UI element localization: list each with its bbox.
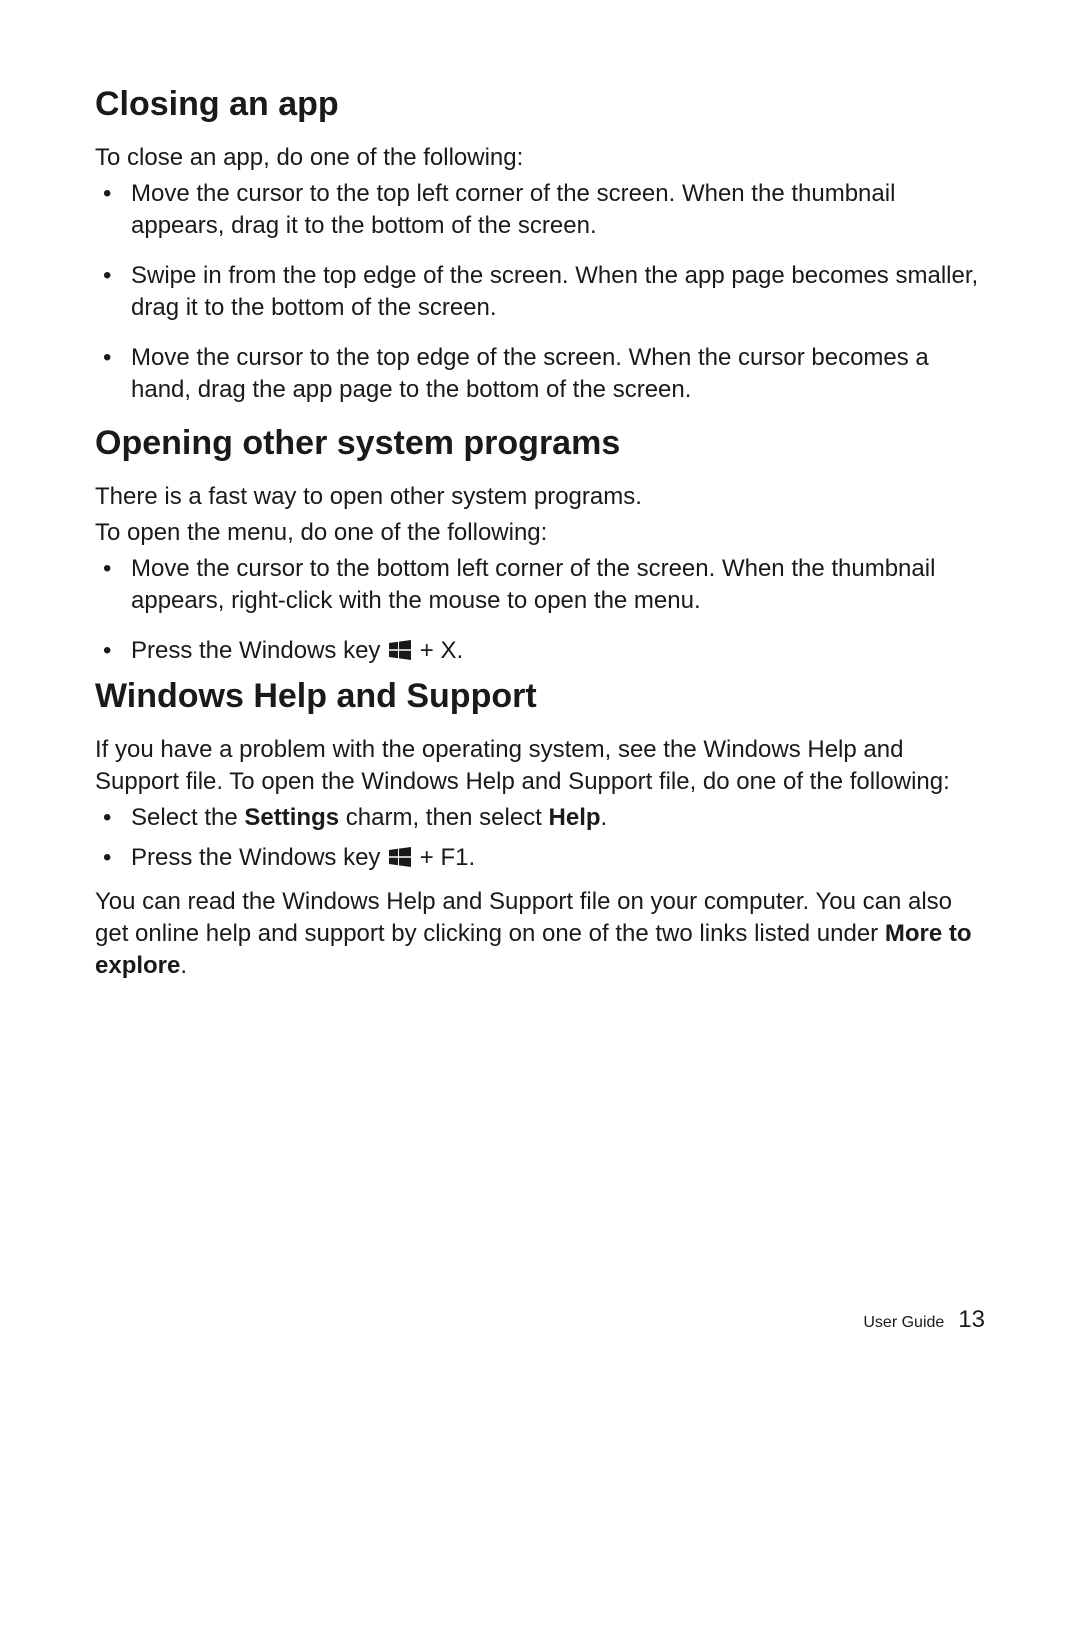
footer-page-number: 13 bbox=[958, 1306, 985, 1333]
windows-key-icon bbox=[389, 637, 411, 669]
text-run: charm, then select bbox=[339, 804, 548, 831]
help-bullet-list: Select the Settings charm, then select H… bbox=[95, 802, 985, 876]
text-run: . bbox=[180, 952, 187, 979]
list-item: Move the cursor to the bottom left corne… bbox=[95, 553, 985, 617]
bold-text: Settings bbox=[244, 804, 339, 831]
section-heading-opening: Opening other system programs bbox=[95, 424, 985, 463]
list-item: Press the Windows key + X. bbox=[95, 635, 985, 669]
opening-bullet-list: Move the cursor to the bottom left corne… bbox=[95, 553, 985, 669]
list-item: Move the cursor to the top edge of the s… bbox=[95, 342, 985, 406]
document-page: Closing an app To close an app, do one o… bbox=[0, 0, 1080, 1642]
list-item: Move the cursor to the top left corner o… bbox=[95, 178, 985, 242]
page-footer: User Guide 13 bbox=[0, 1306, 1080, 1334]
list-item: Select the Settings charm, then select H… bbox=[95, 802, 985, 834]
windows-key-icon bbox=[389, 844, 411, 876]
list-item: Swipe in from the top edge of the screen… bbox=[95, 260, 985, 324]
text-run: + X. bbox=[413, 637, 463, 664]
closing-intro: To close an app, do one of the following… bbox=[95, 142, 985, 174]
text-run: You can read the Windows Help and Suppor… bbox=[95, 888, 952, 947]
text-run: Press the Windows key bbox=[131, 844, 387, 871]
help-outro: You can read the Windows Help and Suppor… bbox=[95, 886, 985, 982]
text-run: Select the bbox=[131, 804, 244, 831]
opening-intro-2: To open the menu, do one of the followin… bbox=[95, 517, 985, 549]
text-run: . bbox=[601, 804, 608, 831]
list-item: Press the Windows key + F1. bbox=[95, 842, 985, 876]
closing-bullet-list: Move the cursor to the top left corner o… bbox=[95, 178, 985, 406]
bold-text: Help bbox=[549, 804, 601, 831]
section-heading-help: Windows Help and Support bbox=[95, 677, 985, 716]
opening-intro-1: There is a fast way to open other system… bbox=[95, 481, 985, 513]
help-intro: If you have a problem with the operating… bbox=[95, 734, 985, 798]
text-run: + F1. bbox=[413, 844, 475, 871]
text-run: Press the Windows key bbox=[131, 637, 387, 664]
section-heading-closing: Closing an app bbox=[95, 85, 985, 124]
footer-label: User Guide bbox=[863, 1314, 944, 1331]
